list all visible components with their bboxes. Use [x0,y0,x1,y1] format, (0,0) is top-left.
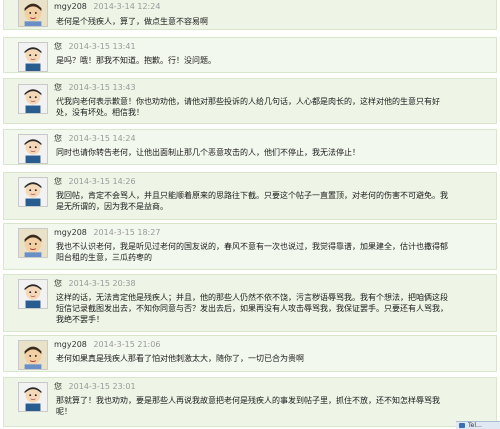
comment-item: 您 2014-3-15 23:01 那就算了！我也劝劝，要是那些人再说我故意把老… [3,377,497,427]
default-avatar[interactable] [18,382,48,412]
comment-text: 老何是个残疾人，算了，做点生意不容易啊 [56,17,208,26]
comment-meta: 您 2014-3-15 13:41 [54,41,136,53]
comment-meta: 您 2014-3-15 20:38 [54,278,136,290]
comment-text: 这样的话，无法肯定他是残疾人；并且，他的那些人仍然不依不饶，污言秽语辱骂我。我有… [56,293,448,324]
app-icon [459,423,465,428]
default-avatar[interactable] [18,84,48,114]
comment-author[interactable]: 您 [54,279,62,288]
comment-text: 老何如果真是残疾人那看了怕对他刺激太大，随你了，一切已合为贵啊 [56,354,304,363]
comment-author[interactable]: 您 [54,83,62,92]
comment-meta: mgy208 2014-3-15 18:27 [54,227,160,239]
comment-date: 2014-3-14 12:24 [93,2,161,11]
comment-author[interactable]: 您 [54,382,62,391]
comment-text: 我回帖，肯定不会骂人，并且只能顺着原来的思路往下截。只要这个帖子一直置顶，对老何… [56,191,448,211]
comment-meta: 您 2014-3-15 13:43 [54,82,136,94]
comment-author[interactable]: 您 [54,42,62,51]
comment-item: mgy208 2014-3-14 12:24 老何是个残疾人，算了，做点生意不容… [3,0,497,30]
comment-author[interactable]: mgy208 [54,2,87,11]
comment-item: mgy208 2014-3-15 18:27 我也不认识老何，我是听见过老何的国… [3,223,497,270]
comment-date: 2014-3-15 14:26 [68,177,136,186]
comment-author[interactable]: 您 [54,134,62,143]
taskbar-item[interactable]: Tel… [456,421,500,429]
comment-item: 您 2014-3-15 14:26 我回帖，肯定不会骂人，并且只能顺着原来的思路… [3,172,497,220]
comment-date: 2014-3-15 13:43 [68,83,136,92]
comment-item: mgy208 2014-3-15 21:06 老何如果真是残疾人那看了怕对他刺激… [3,335,497,372]
comment-meta: 您 2014-3-15 23:01 [54,381,136,393]
default-avatar[interactable] [18,177,48,207]
comment-meta: 您 2014-3-15 14:26 [54,176,136,188]
comment-meta: mgy208 2014-3-15 21:06 [54,339,160,351]
comment-date: 2014-3-15 21:06 [93,340,161,349]
comment-item: 您 2014-3-15 20:38 这样的话，无法肯定他是残疾人；并且，他的那些… [3,274,497,332]
comment-item: 您 2014-3-15 13:43 代我向老何表示歉意！你也劝劝他，请他对那些投… [3,78,497,124]
comment-item: 您 2014-3-15 14:24 同时也请你转告老何，让他出面制止那几个恶意攻… [3,129,497,165]
comment-author[interactable]: mgy208 [54,340,87,349]
default-avatar[interactable] [18,279,48,309]
comment-text: 那就算了！我也劝劝，要是那些人再说我故意把老何是残疾人的事发到帖子里，抓住不放，… [56,396,440,416]
comment-text: 同时也请你转告老何，让他出面制止那几个恶意攻击的人，他们不停止，我无法停止！ [56,148,360,157]
comment-meta: 您 2014-3-15 14:24 [54,133,136,145]
comment-text: 是吗？哦！那我不知道。抱歉。行！没问题。 [56,56,216,65]
comment-date: 2014-3-15 23:01 [68,382,136,391]
message-thread: mgy208 2014-3-14 12:24 老何是个残疾人，算了，做点生意不容… [0,0,500,429]
comment-author[interactable]: 您 [54,177,62,186]
default-avatar[interactable] [18,42,48,72]
comment-date: 2014-3-15 20:38 [68,279,136,288]
comment-date: 2014-3-15 13:41 [68,42,136,51]
comment-date: 2014-3-15 18:27 [93,228,161,237]
comment-meta: mgy208 2014-3-14 12:24 [54,1,160,13]
taskbar-label: Tel… [468,422,483,429]
cartoon-avatar[interactable] [18,340,48,370]
comment-date: 2014-3-15 14:24 [68,134,136,143]
comment-text: 代我向老何表示歉意！你也劝劝他，请他对那些投诉的人给几句话，人心都是肉长的，这样… [56,97,440,117]
default-avatar[interactable] [18,134,48,164]
comment-text: 我也不认识老何，我是听见过老何的国友说的，春风不意有一次也说过，我觉得靠谱，加果… [56,242,448,262]
cartoon-avatar[interactable] [18,228,48,258]
comment-item: 您 2014-3-15 13:41 是吗？哦！那我不知道。抱歉。行！没问题。 [3,37,497,73]
cartoon-avatar[interactable] [18,0,48,27]
comment-author[interactable]: mgy208 [54,228,87,237]
